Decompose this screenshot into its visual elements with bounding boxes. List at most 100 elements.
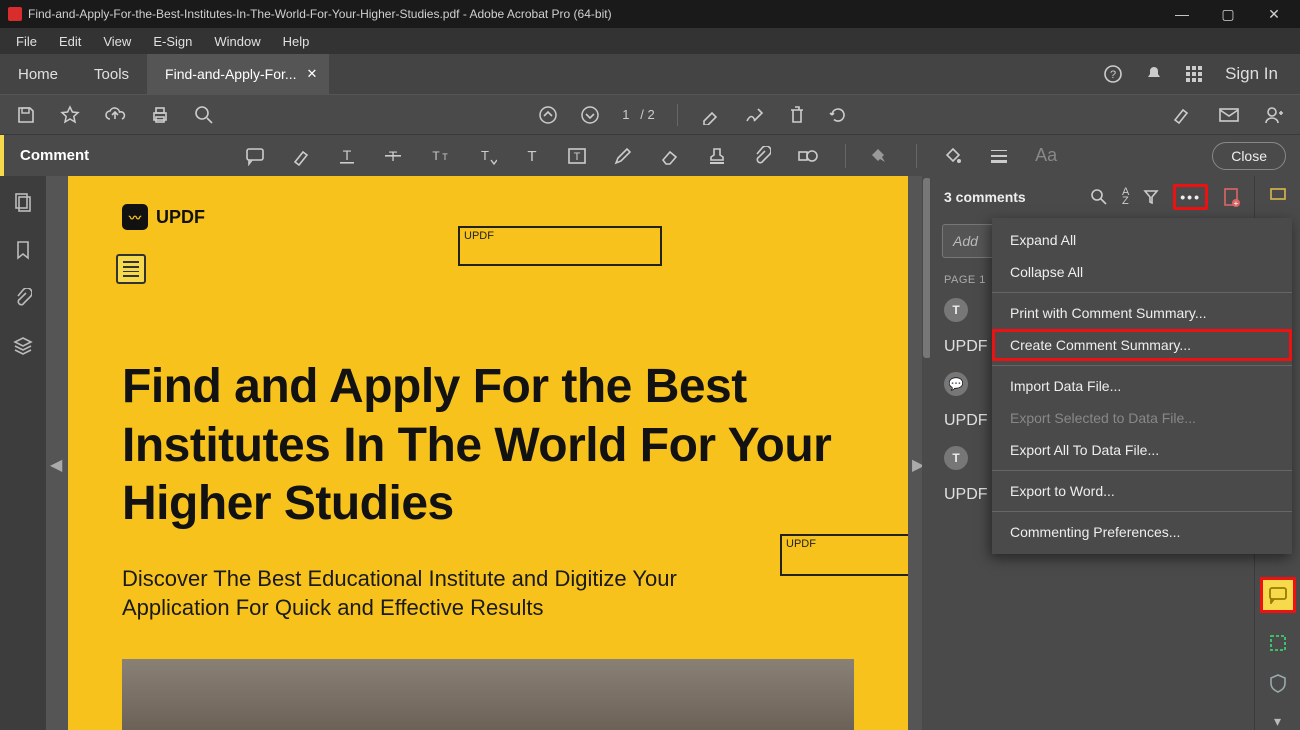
signin-button[interactable]: Sign In	[1225, 64, 1278, 84]
share-user-icon[interactable]	[1264, 105, 1284, 125]
text-comment-icon[interactable]: T	[523, 146, 541, 166]
comment-sort-icon[interactable]: AZ	[1122, 188, 1129, 206]
text-box-icon[interactable]: T	[567, 146, 587, 166]
comment-type-badge: T	[944, 298, 968, 322]
stamp-icon[interactable]	[707, 146, 727, 166]
mail-icon[interactable]	[1218, 107, 1240, 123]
highlight-icon[interactable]	[291, 146, 311, 166]
comment-options-icon[interactable]: •••	[1173, 184, 1208, 210]
comments-options-menu: Expand AllCollapse All Print with Comment…	[992, 218, 1292, 554]
page-total: 2	[648, 107, 655, 122]
fill-color-icon[interactable]	[943, 146, 963, 166]
page-indicator[interactable]: 1 / 2	[622, 107, 655, 122]
menu-item[interactable]: Expand All	[992, 224, 1292, 256]
insert-text-icon[interactable]: T	[477, 146, 497, 166]
menu-edit[interactable]: Edit	[49, 32, 91, 51]
comment-tool-icon[interactable]	[1260, 577, 1296, 613]
menu-esign[interactable]: E-Sign	[143, 32, 202, 51]
left-rail	[0, 176, 46, 730]
app-icon	[8, 7, 22, 21]
menubar: File Edit View E-Sign Window Help	[0, 28, 1300, 54]
create-pdf-icon[interactable]	[1268, 633, 1288, 653]
eraser-icon[interactable]	[659, 147, 681, 165]
page-up-icon[interactable]	[538, 105, 558, 125]
apps-icon[interactable]	[1185, 65, 1203, 83]
tab-document-label: Find-and-Apply-For...	[165, 66, 297, 82]
more-tools-icon[interactable]: ▾	[1274, 713, 1281, 730]
menu-item[interactable]: Export to Word...	[992, 475, 1292, 507]
attachment-icon[interactable]	[14, 288, 32, 308]
sign-tool-icon[interactable]	[744, 105, 766, 125]
attach-icon[interactable]	[753, 146, 771, 166]
redact-icon[interactable]	[1172, 106, 1194, 124]
menu-item[interactable]: Create Comment Summary...	[992, 329, 1292, 361]
tab-document[interactable]: Find-and-Apply-For... ✕	[147, 54, 329, 94]
menu-view[interactable]: View	[93, 32, 141, 51]
scrollbar-thumb[interactable]	[923, 178, 930, 358]
comment-export-icon[interactable]: +	[1222, 187, 1240, 207]
page-current: 1	[622, 107, 629, 122]
zoom-icon[interactable]	[194, 105, 214, 125]
window-title: Find-and-Apply-For-the-Best-Institutes-I…	[28, 7, 1168, 21]
star-icon[interactable]	[60, 105, 80, 125]
menu-item[interactable]: Export All To Data File...	[992, 434, 1292, 466]
replace-text-icon[interactable]: TT	[429, 146, 451, 166]
cloud-upload-icon[interactable]	[104, 105, 126, 125]
svg-text:T: T	[442, 152, 448, 162]
save-icon[interactable]	[16, 105, 36, 125]
close-comment-button[interactable]: Close	[1212, 142, 1286, 170]
help-icon[interactable]: ?	[1103, 64, 1123, 84]
textbox-annotation-1[interactable]: UPDF	[458, 226, 662, 266]
trash-icon[interactable]	[788, 105, 806, 125]
doc-subheading: Discover The Best Educational Institute …	[122, 564, 702, 623]
layers-icon[interactable]	[13, 336, 33, 356]
menu-item[interactable]: Import Data File...	[992, 370, 1292, 402]
underline-icon[interactable]: T	[337, 146, 357, 166]
print-icon[interactable]	[150, 105, 170, 125]
thumbnails-icon[interactable]	[13, 192, 33, 212]
doc-hero-image	[122, 659, 854, 730]
menu-item[interactable]: Commenting Preferences...	[992, 516, 1292, 548]
line-thickness-icon[interactable]	[989, 148, 1009, 164]
textbox-annotation-2[interactable]: UPDF	[780, 534, 908, 576]
protect-icon[interactable]	[1269, 673, 1287, 693]
menu-file[interactable]: File	[6, 32, 47, 51]
svg-text:+: +	[1234, 199, 1239, 207]
comment-toolbar: Comment T T TT T T T Aa Close	[0, 134, 1300, 176]
menu-item[interactable]: Print with Comment Summary...	[992, 297, 1292, 329]
tab-tools[interactable]: Tools	[76, 54, 147, 94]
tab-home[interactable]: Home	[0, 54, 76, 94]
menu-window[interactable]: Window	[204, 32, 270, 51]
pin-icon[interactable]	[872, 147, 890, 165]
shapes-icon[interactable]	[797, 146, 819, 166]
rotate-icon[interactable]	[828, 105, 848, 125]
svg-text:T: T	[528, 148, 537, 165]
maximize-button[interactable]: ▢	[1214, 6, 1242, 23]
menu-help[interactable]: Help	[273, 32, 320, 51]
close-window-button[interactable]: ✕	[1260, 6, 1288, 23]
bell-icon[interactable]	[1145, 65, 1163, 83]
sticky-note-icon[interactable]	[245, 146, 265, 166]
pencil-icon[interactable]	[613, 146, 633, 166]
comment-filter-icon[interactable]	[1143, 189, 1159, 205]
text-properties-icon[interactable]: Aa	[1035, 145, 1057, 166]
menu-item[interactable]: Collapse All	[992, 256, 1292, 288]
document-viewer[interactable]: ◀ 〰UPDF UPDF Find and Apply For the Best…	[46, 176, 930, 730]
pdf-page: 〰UPDF UPDF Find and Apply For the Best I…	[68, 176, 908, 730]
tab-row: Home Tools Find-and-Apply-For... ✕ ? Sig…	[0, 54, 1300, 94]
page-down-icon[interactable]	[580, 105, 600, 125]
window-buttons: ― ▢ ✕	[1168, 6, 1292, 23]
tool-search-icon[interactable]	[1269, 186, 1287, 204]
tab-close-icon[interactable]: ✕	[307, 66, 318, 82]
bookmark-icon[interactable]	[14, 240, 32, 260]
comment-type-badge: 💬	[944, 372, 968, 396]
scrollbar[interactable]	[922, 176, 930, 730]
comments-count-label: 3 comments	[944, 189, 1090, 205]
comment-search-icon[interactable]	[1090, 188, 1108, 206]
prev-page-arrow[interactable]: ◀	[50, 453, 64, 477]
sticky-note-annotation[interactable]	[116, 254, 146, 284]
minimize-button[interactable]: ―	[1168, 6, 1196, 22]
doc-heading: Find and Apply For the Best Institutes I…	[122, 358, 854, 534]
strikethrough-icon[interactable]: T	[383, 146, 403, 166]
highlight-tool-icon[interactable]	[700, 105, 722, 125]
